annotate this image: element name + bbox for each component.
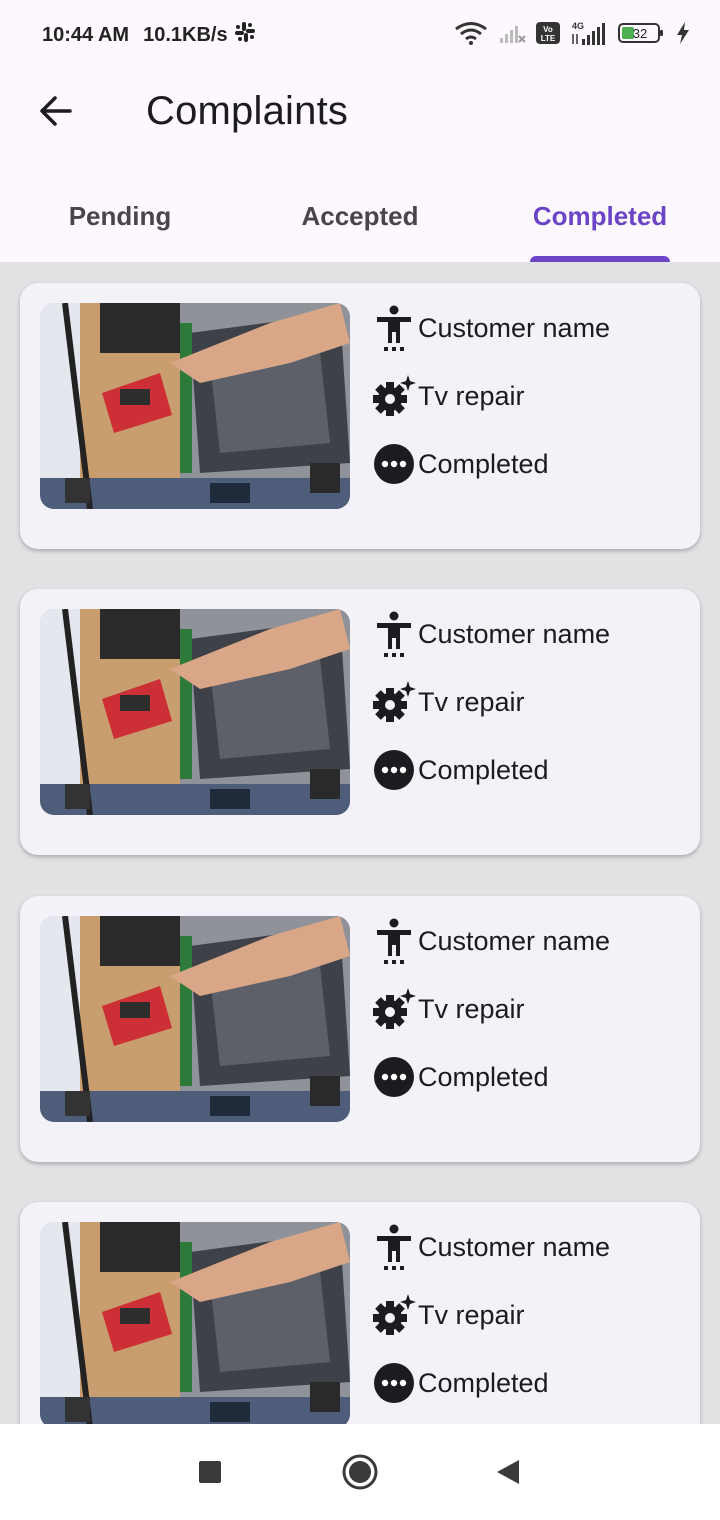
more-horiz-circle-icon bbox=[372, 442, 416, 486]
tab-accepted[interactable]: Accepted bbox=[240, 170, 480, 262]
accessibility-person-icon bbox=[372, 1224, 416, 1270]
service-type: Tv repair bbox=[418, 1299, 525, 1330]
nav-back-button[interactable] bbox=[484, 1448, 532, 1496]
customer-name: Customer name bbox=[418, 1231, 611, 1262]
gear-sparkle-icon bbox=[372, 680, 416, 724]
complaint-card[interactable]: Customer name Tv repair Completed bbox=[20, 896, 700, 1162]
repair-photo bbox=[40, 303, 350, 509]
status-text: Completed bbox=[418, 754, 549, 785]
svg-text:4G: 4G bbox=[572, 21, 584, 31]
more-horiz-circle-icon bbox=[372, 1055, 416, 1099]
tab-pending[interactable]: Pending bbox=[0, 170, 240, 262]
status-time: 10:44 AM bbox=[42, 23, 130, 46]
accessibility-person-icon bbox=[372, 918, 416, 964]
wifi-icon bbox=[454, 21, 488, 50]
tab-label: Completed bbox=[532, 200, 668, 231]
more-horiz-circle-icon bbox=[372, 748, 416, 792]
customer-name: Customer name bbox=[418, 925, 611, 956]
customer-row: Customer name bbox=[372, 609, 610, 659]
gear-sparkle-icon bbox=[372, 987, 416, 1031]
status-left: 10:44 AM 10.1KB/s bbox=[42, 21, 256, 49]
complaint-card[interactable]: Customer name Tv repair Completed bbox=[20, 589, 700, 855]
status-bar: 10:44 AM 10.1KB/s Vo LTE 4G 32 bbox=[0, 0, 720, 70]
status-text: Completed bbox=[418, 1061, 549, 1092]
customer-name: Customer name bbox=[418, 312, 611, 343]
repair-photo bbox=[40, 609, 350, 815]
svg-text:LTE: LTE bbox=[541, 34, 556, 43]
status-text: Completed bbox=[418, 1367, 549, 1398]
status-right: Vo LTE 4G 32 bbox=[454, 20, 690, 51]
repair-photo bbox=[40, 916, 350, 1122]
tab-label: Accepted bbox=[301, 200, 419, 231]
repair-photo bbox=[40, 1222, 350, 1424]
complaint-list[interactable]: Customer name Tv repair Completed Custom… bbox=[0, 262, 720, 1424]
charging-bolt-icon bbox=[676, 21, 690, 49]
status-text: Completed bbox=[418, 448, 549, 479]
more-horiz-circle-icon bbox=[372, 1361, 416, 1405]
status-speed: 10.1KB/s bbox=[143, 23, 228, 46]
status-row: Completed bbox=[372, 1052, 549, 1102]
status-row: Completed bbox=[372, 1358, 549, 1408]
status-row: Completed bbox=[372, 745, 549, 795]
tab-label: Pending bbox=[68, 200, 172, 231]
service-type: Tv repair bbox=[418, 993, 525, 1024]
customer-name: Customer name bbox=[418, 618, 611, 649]
tab-completed[interactable]: Completed bbox=[480, 170, 720, 262]
gear-sparkle-icon bbox=[372, 374, 416, 418]
customer-row: Customer name bbox=[372, 303, 610, 353]
circle-icon bbox=[342, 1454, 378, 1490]
volte-icon: Vo LTE bbox=[536, 21, 560, 49]
app-bar: Complaints bbox=[0, 70, 720, 152]
signal-4g-icon: 4G bbox=[570, 20, 608, 51]
service-row: Tv repair bbox=[372, 677, 525, 727]
square-icon bbox=[199, 1461, 221, 1483]
arrow-back-icon bbox=[40, 96, 72, 126]
recents-button[interactable] bbox=[186, 1448, 234, 1496]
slack-icon bbox=[234, 21, 256, 49]
svg-text:Vo: Vo bbox=[543, 25, 553, 34]
triangle-back-icon bbox=[497, 1460, 519, 1484]
signal-weak-icon bbox=[498, 22, 526, 49]
customer-row: Customer name bbox=[372, 1222, 610, 1272]
complaint-card[interactable]: Customer name Tv repair Completed bbox=[20, 1202, 700, 1424]
customer-row: Customer name bbox=[372, 916, 610, 966]
accessibility-person-icon bbox=[372, 611, 416, 657]
complaint-card[interactable]: Customer name Tv repair Completed bbox=[20, 283, 700, 549]
status-row: Completed bbox=[372, 439, 549, 489]
tab-bar: Pending Accepted Completed bbox=[0, 170, 720, 262]
battery-level: 32 bbox=[633, 26, 647, 41]
service-type: Tv repair bbox=[418, 686, 525, 717]
service-row: Tv repair bbox=[372, 1290, 525, 1340]
accessibility-person-icon bbox=[372, 305, 416, 351]
battery-icon: 32 bbox=[618, 21, 666, 50]
service-row: Tv repair bbox=[372, 371, 525, 421]
gear-sparkle-icon bbox=[372, 1293, 416, 1337]
screen: 10:44 AM 10.1KB/s Vo LTE 4G 32 Complaint… bbox=[0, 0, 720, 1520]
back-button[interactable] bbox=[28, 83, 84, 139]
home-button[interactable] bbox=[336, 1448, 384, 1496]
page-title: Complaints bbox=[146, 88, 349, 133]
system-nav-bar bbox=[0, 1424, 720, 1520]
service-type: Tv repair bbox=[418, 380, 525, 411]
service-row: Tv repair bbox=[372, 984, 525, 1034]
